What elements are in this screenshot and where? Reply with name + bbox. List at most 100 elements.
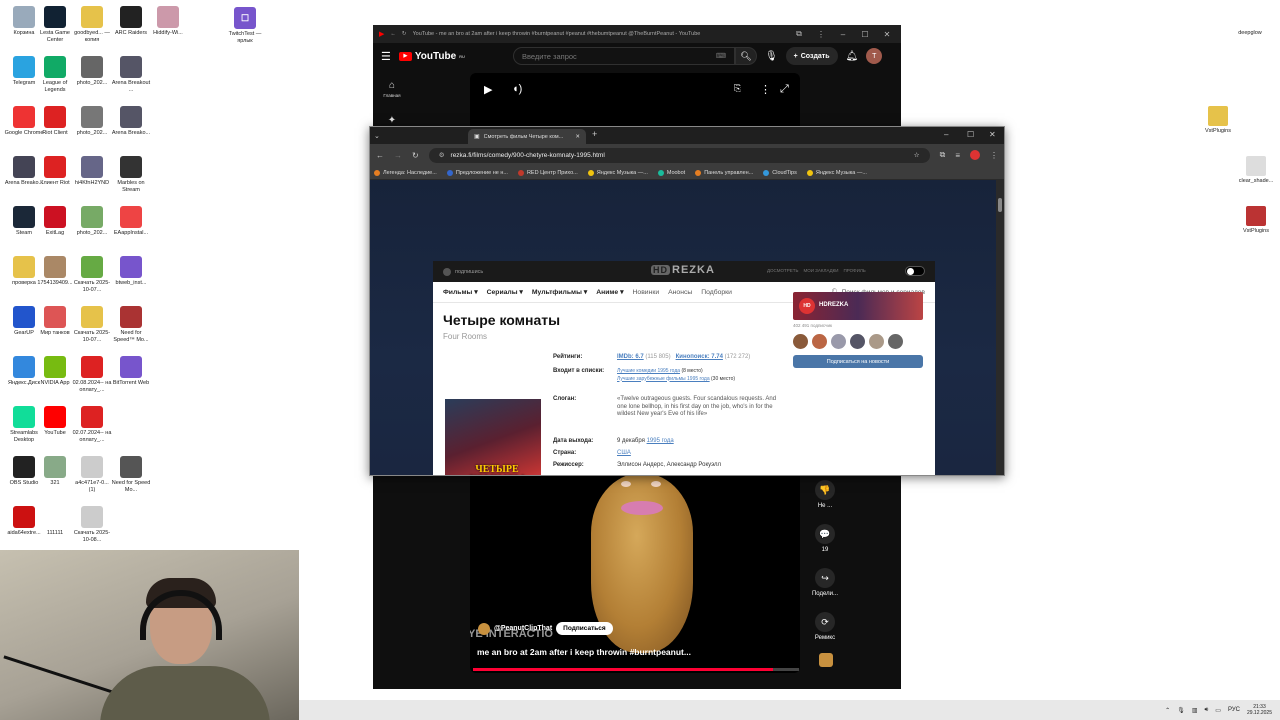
desktop-icon[interactable]: Скачать 2025-10-07... (72, 306, 112, 343)
bookmark-item[interactable]: Яндекс Музыка —... (587, 169, 648, 176)
rezka-nav-item[interactable]: Подборки (701, 289, 732, 296)
back-icon[interactable]: ← (390, 31, 396, 37)
desktop-icon[interactable]: Клиент Riot (35, 156, 75, 187)
tray-chevron-icon[interactable]: ⌃ (1165, 707, 1170, 714)
shorts-action-1[interactable]: 💬 19 (811, 524, 839, 553)
desktop-icon[interactable]: Скачать 2025-10-08... (72, 506, 112, 543)
bookmark-item[interactable]: Яндекс Музыка —... (806, 169, 867, 176)
address-bar[interactable]: ⚙ rezka.fi/films/comedy/900-chetyre-komn… (428, 147, 930, 163)
keyboard-icon[interactable]: ⌨ (716, 52, 726, 60)
new-tab-button[interactable]: + (592, 129, 597, 139)
play-icon[interactable]: ▶ (484, 83, 492, 96)
desktop-icon[interactable]: photo_202... (72, 106, 112, 137)
desktop-icon[interactable]: goodbyed... — копия (72, 6, 112, 43)
tab-search-icon[interactable]: ⌄ (374, 132, 380, 140)
more-options-icon[interactable]: ⋮ (760, 83, 771, 96)
minimize-button[interactable]: – (835, 30, 851, 39)
desktop-icon[interactable]: EAappInstal... (111, 206, 151, 237)
list-link[interactable]: Лучшие зарубежные фильмы 1995 года (617, 376, 710, 382)
rezka-nav-item[interactable]: Фильмы ▾ (443, 288, 478, 296)
menu-dots-icon[interactable]: ⋮ (813, 30, 829, 39)
desktop-icon[interactable]: 111111 (35, 506, 75, 537)
search-input[interactable]: Введите запрос ⌨ (512, 47, 735, 65)
desktop-icon[interactable]: Arena Breakout ... (111, 56, 151, 93)
bookmark-item[interactable]: CloudTips (763, 169, 797, 176)
vk-subscribe-button[interactable]: Подписаться на новости (793, 355, 923, 368)
search-button[interactable]: 🔍︎ (734, 47, 757, 65)
movie-poster[interactable]: ЧЕТЫРЕ КОМНАТЫ (445, 399, 541, 475)
rezka-nav-item[interactable]: Аниме ▾ (596, 288, 623, 296)
tab-rezka[interactable]: ▣ Смотреть фильм Четыре ком... ✕ (468, 129, 586, 144)
rezka-nav-item[interactable]: Новинки (633, 289, 660, 296)
desktop-icon[interactable]: 1754139409... (35, 256, 75, 287)
subscribe-button[interactable]: Подписаться (556, 622, 613, 635)
list-link[interactable]: Лучшие комедии 1995 года (617, 368, 680, 374)
create-button[interactable]: + Создать (785, 47, 838, 65)
desktop-icon[interactable]: VstPlugins (1198, 106, 1238, 135)
bookmark-item[interactable]: RED Центр Прихо... (517, 169, 578, 176)
desktop-icon[interactable]: Need for Speed™ Mo... (111, 306, 151, 343)
desktop-icon[interactable]: Arena Breako... (111, 106, 151, 137)
bookmark-star-icon[interactable]: ☆ (914, 151, 920, 159)
desktop-icon[interactable]: Lesta Game Center (35, 6, 75, 43)
video-progress-bar[interactable] (473, 668, 799, 671)
rezka-nav-item[interactable]: Мультфильмы ▾ (532, 288, 587, 296)
desktop-icon[interactable]: a4c471e7-0... (1) (72, 456, 112, 493)
page-scrollbar[interactable] (996, 180, 1004, 475)
channel-avatar[interactable] (478, 622, 490, 635)
scrollbar-thumb[interactable] (998, 198, 1002, 212)
rezka-head-link[interactable]: ДОСМОТРЕТЬ (767, 268, 798, 273)
rezka-head-link[interactable]: ПРОФИЛЬ (844, 268, 866, 273)
tray-network-icon[interactable]: ▥ (1192, 707, 1198, 714)
desktop-icon[interactable]: clear_shade... (1236, 156, 1276, 185)
site-info-icon[interactable]: ⚙ (439, 151, 445, 159)
shorts-action-0[interactable]: 👎 Не ... (811, 480, 839, 509)
tray-display-icon[interactable]: ▭ (1215, 707, 1221, 714)
desktop-icon[interactable]: hi4KfnH2YND (72, 156, 112, 187)
desktop-icon[interactable]: Мир танков (35, 306, 75, 337)
desktop-icon[interactable]: Riot Client (35, 106, 75, 137)
desktop-icon[interactable]: photo_202... (72, 206, 112, 237)
desktop-icon[interactable]: YouTube (35, 406, 75, 437)
desktop-icon-twitchtest[interactable]: ☐ TwitchTest — ярлык (225, 7, 265, 44)
kinopoisk-rating[interactable]: Кинопоиск: 7.74 (676, 354, 723, 360)
desktop-icon[interactable]: 02.08.2024-- на оплату_... (72, 356, 112, 393)
shorts-action-2[interactable]: ↪ Подели... (811, 568, 839, 597)
imdb-rating[interactable]: IMDb: 6.7 (617, 354, 644, 360)
volume-icon[interactable]: ◖) (512, 83, 522, 95)
back-icon[interactable]: ← (376, 151, 384, 160)
desktop-icon[interactable]: 02.07.2024-- на оплату_... (72, 406, 112, 443)
channel-banner[interactable]: HD HDREZKA (793, 292, 923, 320)
menu-dots-icon[interactable]: ⋮ (990, 151, 998, 160)
desktop-icon[interactable]: ExitLag (35, 206, 75, 237)
desktop-icon[interactable]: photo_202... (72, 56, 112, 87)
bookmark-item[interactable]: Предложение не н... (446, 169, 508, 176)
desktop-icon[interactable]: BitTorrent Web (111, 356, 151, 387)
captions-icon[interactable]: ⎘ (734, 83, 741, 94)
desktop-icon[interactable]: deepglow (1230, 8, 1270, 37)
tab-close-icon[interactable]: ✕ (575, 134, 580, 140)
minimize-button[interactable]: – (944, 130, 948, 139)
sidebar-item-home[interactable]: ⌂ Главная (379, 80, 405, 98)
desktop-icon[interactable]: NVIDIA App (35, 356, 75, 387)
desktop-icon[interactable]: Marbles on Stream (111, 156, 151, 193)
forward-icon[interactable]: → (394, 151, 402, 160)
sound-thumbnail[interactable] (819, 653, 833, 667)
notifications-bell-icon[interactable]: 🔔︎ (846, 51, 859, 62)
subscribe-link[interactable]: подпишись (455, 269, 483, 275)
reload-icon[interactable]: ↻ (402, 31, 407, 37)
desktop-icon[interactable]: VstPlugins (1236, 206, 1276, 235)
media-icon[interactable]: ≡ (955, 151, 960, 160)
desktop-icon[interactable]: btweb_inst... (111, 256, 151, 287)
tray-speaker-icon[interactable]: 🔊︎ (1205, 707, 1209, 714)
bookmark-item[interactable]: Легенда: Наследие... (374, 169, 437, 176)
bookmark-item[interactable]: Moobot (657, 169, 685, 176)
fullscreen-icon[interactable]: ⤢ (780, 83, 789, 96)
director-names[interactable]: Эллисон Андерс, Александр Рокуэлл (617, 462, 721, 470)
theme-toggle[interactable] (905, 266, 925, 276)
country-link[interactable]: США (617, 450, 631, 458)
close-button[interactable]: ✕ (879, 30, 895, 39)
clock[interactable]: 21:33 29.12.2025 (1247, 704, 1272, 716)
rezka-nav-item[interactable]: Сериалы ▾ (487, 288, 523, 296)
desktop-icon[interactable]: League of Legends (35, 56, 75, 93)
